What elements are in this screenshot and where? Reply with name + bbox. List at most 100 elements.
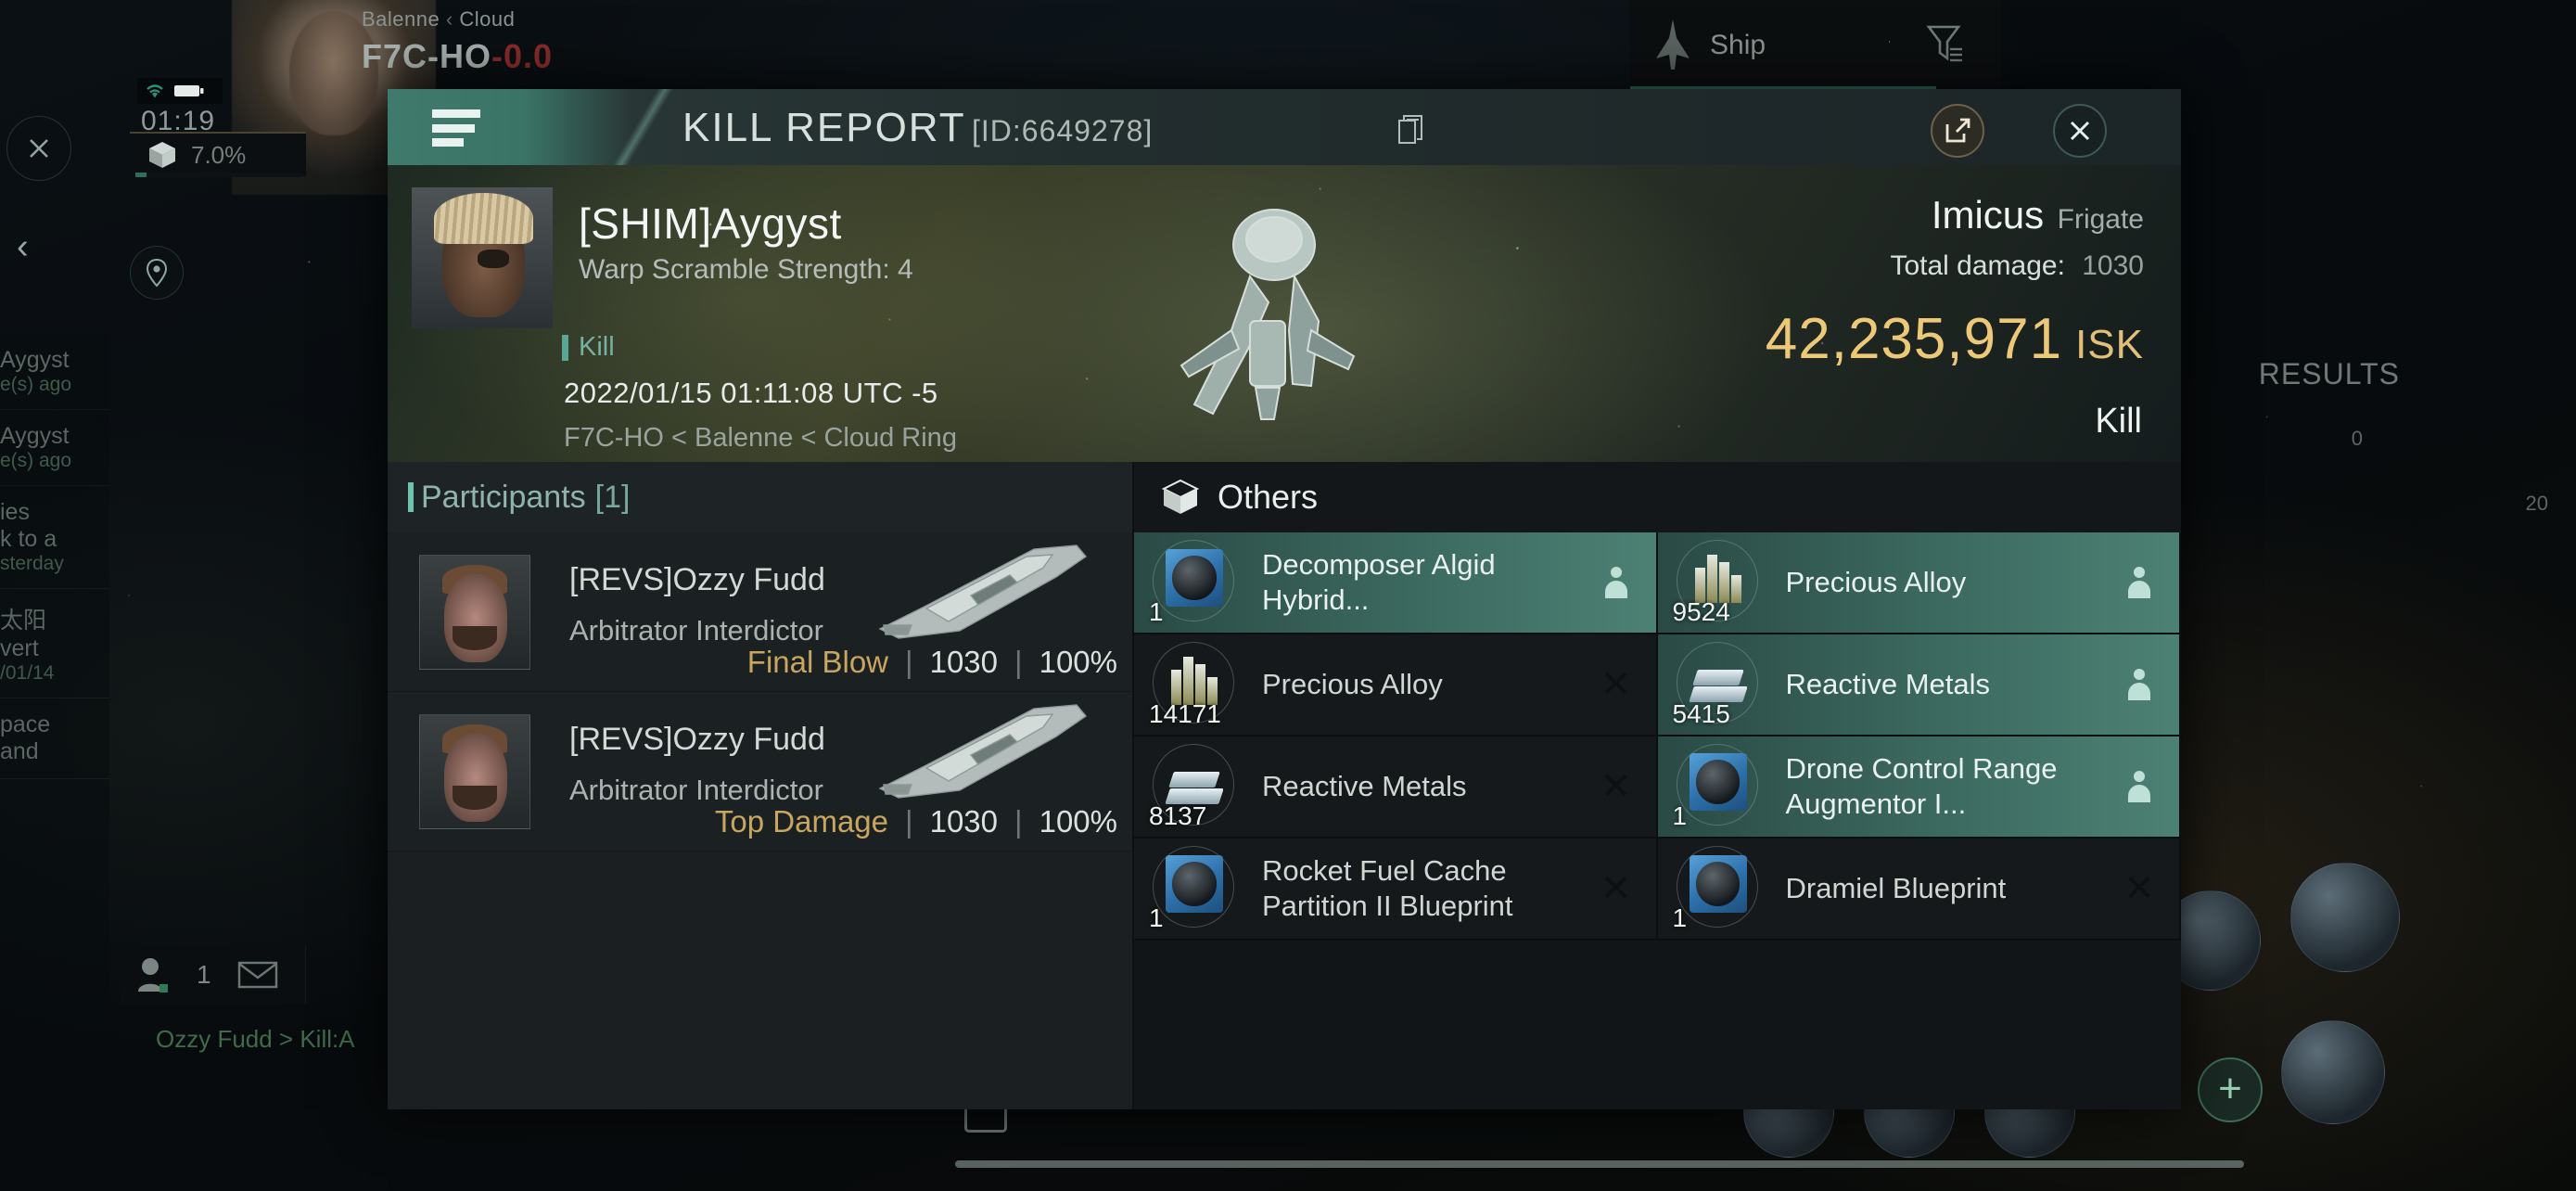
event-type-label: Kill: [562, 332, 615, 362]
ship-filter-label: Ship: [1710, 30, 1766, 60]
kill-report-modal: KILL REPORT [ID:6649278] [SHIM]Aygyst Wa…: [388, 89, 2181, 1109]
background-constellation-label: Cloud: [459, 7, 516, 31]
list-item[interactable]: 1 Decomposer Algid Hybrid...: [1134, 532, 1658, 634]
share-button[interactable]: [1931, 104, 1984, 158]
avatar[interactable]: [419, 555, 530, 670]
map-pin-icon: [146, 258, 168, 288]
loot-action[interactable]: ✕: [1576, 870, 1656, 907]
list-item-name: pace and: [0, 711, 51, 764]
avatar-eyepatch: [478, 249, 509, 268]
loot-name: Dramiel Blueprint: [1785, 872, 2007, 905]
close-icon: ✕: [1600, 868, 1632, 909]
victim-ship-render: [1180, 209, 1356, 420]
list-item[interactable]: Aygyst e(s) ago: [0, 410, 109, 486]
loot-icon-wrap: 5415: [1669, 636, 1766, 733]
cargo-percent: 7.0%: [191, 140, 247, 169]
close-icon: [2070, 121, 2090, 141]
horizontal-scrollbar[interactable]: [955, 1160, 2244, 1168]
list-item[interactable]: Aygyst e(s) ago: [0, 334, 109, 410]
list-item[interactable]: ies k to a sterday: [0, 486, 109, 589]
list-item-name: Aygyst: [0, 423, 70, 449]
cargo-progress-bar: [135, 173, 300, 177]
loot-action[interactable]: ✕: [1576, 666, 1656, 703]
background-module-slot[interactable]: [2290, 863, 2400, 972]
participant-ship: Arbitrator Interdictor: [569, 774, 823, 806]
online-count: 1: [197, 960, 211, 989]
loot-action[interactable]: [2099, 567, 2179, 598]
loot-icon-wrap: 14171: [1145, 636, 1242, 733]
loot-icon-wrap: 9524: [1669, 534, 1766, 631]
participant-damage: 1030: [929, 804, 999, 839]
loot-quantity: 9524: [1672, 597, 1730, 626]
avatar[interactable]: [419, 714, 530, 829]
others-title: Others: [1218, 478, 1319, 516]
list-item[interactable]: 太阳 vert /01/14: [0, 589, 109, 698]
close-icon: ✕: [2123, 868, 2155, 909]
others-panel: Others 1 Decomposer Algid Hybrid... 9524…: [1134, 462, 2181, 1109]
background-close-button[interactable]: [6, 116, 71, 181]
participant-name: [REVS]Ozzy Fudd: [569, 722, 825, 757]
accent-bar: [408, 482, 414, 512]
loot-icon-wrap: 1: [1669, 738, 1766, 835]
loot-name: Reactive Metals: [1785, 668, 1991, 701]
background-chat-line: Ozzy Fudd > Kill:A: [156, 1025, 355, 1053]
background-results-label: RESULTS: [2258, 357, 2400, 391]
hamburger-icon[interactable]: [432, 109, 480, 147]
victim-banner: [SHIM]Aygyst Warp Scramble Strength: 4 K…: [388, 165, 2181, 462]
loot-quantity: 5415: [1672, 699, 1730, 728]
loot-icon-wrap: 1: [1145, 840, 1242, 937]
victim-ship-class: Frigate: [2057, 204, 2144, 235]
participant-tag: Final Blow: [746, 645, 889, 679]
victim-ship-name: Imicus: [1931, 193, 2045, 237]
person-icon: [1604, 567, 1628, 598]
background-add-module-button[interactable]: +: [2198, 1057, 2263, 1122]
background-online-bar[interactable]: 1: [121, 946, 306, 1004]
loot-action[interactable]: [2099, 669, 2179, 700]
list-item[interactable]: 8137 Reactive Metals ✕: [1134, 736, 1658, 839]
mail-icon[interactable]: [237, 960, 278, 990]
loot-name: Precious Alloy: [1785, 566, 1967, 599]
chevron-left-icon: ‹: [445, 7, 453, 31]
background-notification-list[interactable]: Aygyst e(s) ago Aygyst e(s) ago ies k to…: [0, 334, 109, 1076]
loot-quantity: 1: [1149, 597, 1164, 626]
ship-icon: [1656, 19, 1690, 70]
loot-action[interactable]: [2099, 771, 2179, 802]
blueprint-icon: [1166, 549, 1223, 607]
isk-value: 42,235,971 ISK: [1766, 306, 2144, 372]
list-item[interactable]: 1 Drone Control Range Augmentor I...: [1657, 736, 2181, 839]
background-back-button[interactable]: ‹: [17, 227, 29, 267]
background-location-pin-button[interactable]: [130, 246, 184, 300]
list-item[interactable]: 1 Dramiel Blueprint ✕: [1657, 839, 2181, 941]
victim-avatar[interactable]: [412, 187, 553, 328]
victim-ship-info: Imicus Frigate: [1932, 193, 2144, 237]
loot-action[interactable]: [1576, 567, 1656, 598]
list-item-name: 太阳 vert: [0, 608, 47, 661]
participant-stats: Final Blow | 1030 | 100%: [747, 645, 1117, 680]
participants-count: [1]: [594, 479, 631, 515]
close-button[interactable]: [2053, 104, 2107, 158]
copy-icon[interactable]: [1398, 115, 1422, 145]
person-icon: [138, 958, 168, 992]
list-item[interactable]: 14171 Precious Alloy ✕: [1134, 634, 1658, 736]
list-item[interactable]: pace and: [0, 698, 109, 779]
list-item[interactable]: 5415 Reactive Metals: [1657, 634, 2181, 736]
loot-action[interactable]: ✕: [1576, 768, 1656, 805]
report-id: [ID:6649278]: [972, 114, 1154, 147]
loot-quantity: 8137: [1149, 801, 1207, 830]
background-module-slot[interactable]: [2281, 1020, 2385, 1124]
table-row[interactable]: [REVS]Ozzy Fudd Arbitrator Interdictor F…: [388, 532, 1132, 692]
list-item[interactable]: 9524 Precious Alloy: [1657, 532, 2181, 634]
loot-quantity: 1: [1672, 801, 1688, 830]
table-row[interactable]: [REVS]Ozzy Fudd Arbitrator Interdictor T…: [388, 692, 1132, 852]
loot-action[interactable]: ✕: [2099, 870, 2179, 907]
participant-ship-render: [878, 544, 1088, 639]
divider: |: [1014, 804, 1023, 839]
list-item-time: e(s) ago: [0, 374, 72, 395]
loot-quantity: 1: [1672, 903, 1688, 932]
loot-name: Rocket Fuel Cache Partition II Blueprint: [1262, 854, 1513, 922]
list-item[interactable]: 1 Rocket Fuel Cache Partition II Bluepri…: [1134, 839, 1658, 941]
background-security-status: -0.0: [491, 37, 554, 75]
background-cargo-indicator[interactable]: 7.0%: [130, 132, 306, 176]
background-filter-button[interactable]: [1890, 0, 2001, 91]
modal-body: Participants [1] [REVS]Ozzy Fudd Arbitra…: [388, 462, 2181, 1109]
